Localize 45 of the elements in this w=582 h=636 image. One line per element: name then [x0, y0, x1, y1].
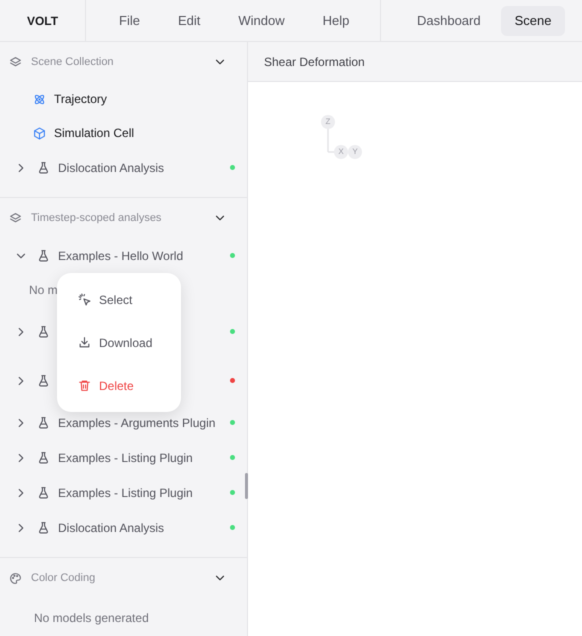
menu-item[interactable]: Delete — [57, 364, 181, 407]
view-tab[interactable]: Dashboard — [403, 6, 495, 36]
menu-item[interactable]: Download — [57, 321, 181, 364]
axis-label: Z — [324, 117, 332, 127]
flask-icon — [37, 374, 50, 387]
tree-item[interactable]: Trajectory — [54, 90, 107, 108]
trash-icon — [78, 379, 91, 392]
empty-note: No m — [29, 282, 58, 299]
section-title: Timestep-scoped analyses — [31, 210, 162, 226]
axis-label: X — [337, 147, 345, 157]
tree-item[interactable]: Examples - Listing Plugin — [58, 484, 230, 502]
flask-icon — [37, 451, 50, 464]
menu-item[interactable]: Edit — [158, 10, 220, 30]
empty-note: No models generated — [34, 610, 149, 627]
viewport-title: Shear Deformation — [264, 54, 365, 70]
tree-item[interactable]: Examples - Arguments Plugin — [58, 414, 230, 432]
menu-item[interactable]: Select — [57, 278, 181, 321]
section-title: Color Coding — [31, 570, 96, 586]
app-logo: VOLT — [26, 12, 58, 30]
axis-label: Y — [351, 147, 359, 157]
tree-item[interactable]: Examples - Hello World — [58, 246, 230, 264]
flask-icon — [37, 521, 50, 534]
flask-icon — [37, 486, 50, 499]
tree-item[interactable]: Simulation Cell — [54, 124, 134, 142]
flask-icon — [37, 249, 50, 262]
flask-icon — [37, 416, 50, 429]
palette-icon — [9, 572, 22, 584]
tree-item[interactable]: Examples - Listing Plugin — [58, 448, 230, 466]
tree-item[interactable]: Dislocation Analysis — [58, 518, 230, 536]
cursor-click-icon — [78, 293, 91, 306]
menu-item[interactable]: File — [100, 10, 159, 30]
menu-item[interactable]: Help — [304, 10, 368, 30]
view-tab[interactable]: Scene — [500, 6, 566, 36]
layers-icon — [9, 56, 22, 68]
axis-gizmo-drawing — [320, 114, 364, 162]
tree-item[interactable]: Dislocation Analysis — [58, 158, 230, 176]
atom-icon — [33, 92, 46, 106]
layers-icon — [9, 212, 22, 224]
resize-handle[interactable] — [245, 473, 248, 499]
download-icon — [78, 336, 91, 349]
menu-item[interactable]: Window — [219, 10, 304, 30]
flask-icon — [37, 161, 50, 174]
cube-icon — [33, 126, 46, 140]
flask-icon — [37, 325, 50, 338]
section-title: Scene Collection — [31, 54, 115, 70]
